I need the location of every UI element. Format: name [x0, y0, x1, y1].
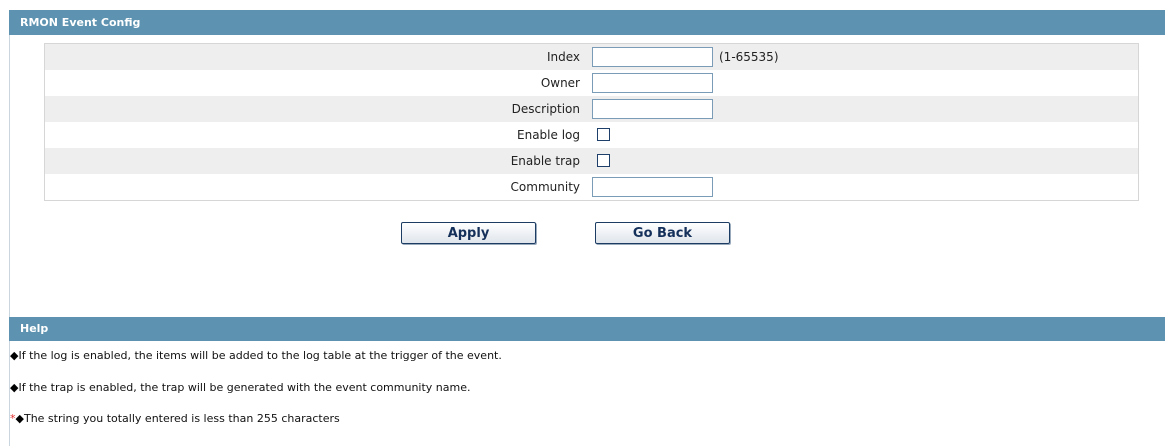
- community-label: Community: [510, 180, 580, 194]
- enable-trap-label: Enable trap: [510, 154, 580, 168]
- form-row-description: Description: [45, 96, 1138, 122]
- go-back-button[interactable]: Go Back: [595, 222, 730, 244]
- index-range-hint: (1-65535): [719, 50, 779, 64]
- help-line-string-length: *◆The string you totally entered is less…: [10, 412, 340, 425]
- config-section-header: RMON Event Config: [9, 10, 1165, 35]
- description-label: Description: [511, 102, 580, 116]
- help-line-trap: ◆If the trap is enabled, the trap will b…: [10, 381, 470, 394]
- form-row-index: Index (1-65535): [45, 44, 1138, 70]
- form-row-enable-trap: Enable trap: [45, 148, 1138, 174]
- enable-log-label: Enable log: [517, 128, 580, 142]
- rmon-event-form: Index (1-65535) Owner Description Enable…: [44, 43, 1139, 201]
- help-section-title: Help: [20, 322, 49, 335]
- form-row-community: Community: [45, 174, 1138, 200]
- apply-button[interactable]: Apply: [401, 222, 536, 244]
- owner-input[interactable]: [592, 73, 713, 93]
- diamond-bullet-icon: ◆: [15, 412, 24, 425]
- help-text: If the log is enabled, the items will be…: [18, 349, 502, 362]
- help-text: If the trap is enabled, the trap will be…: [18, 381, 471, 394]
- config-section-title: RMON Event Config: [20, 16, 141, 29]
- enable-log-checkbox[interactable]: [597, 128, 610, 141]
- index-label: Index: [546, 50, 580, 64]
- form-row-enable-log: Enable log: [45, 122, 1138, 148]
- community-input[interactable]: [592, 177, 713, 197]
- enable-trap-checkbox[interactable]: [597, 154, 610, 167]
- help-section-header: Help: [9, 317, 1165, 341]
- index-input[interactable]: [592, 47, 713, 67]
- description-input[interactable]: [592, 99, 713, 119]
- owner-label: Owner: [540, 76, 580, 90]
- help-text: The string you totally entered is less t…: [23, 412, 340, 425]
- help-line-log: ◆If the log is enabled, the items will b…: [10, 349, 502, 362]
- form-row-owner: Owner: [45, 70, 1138, 96]
